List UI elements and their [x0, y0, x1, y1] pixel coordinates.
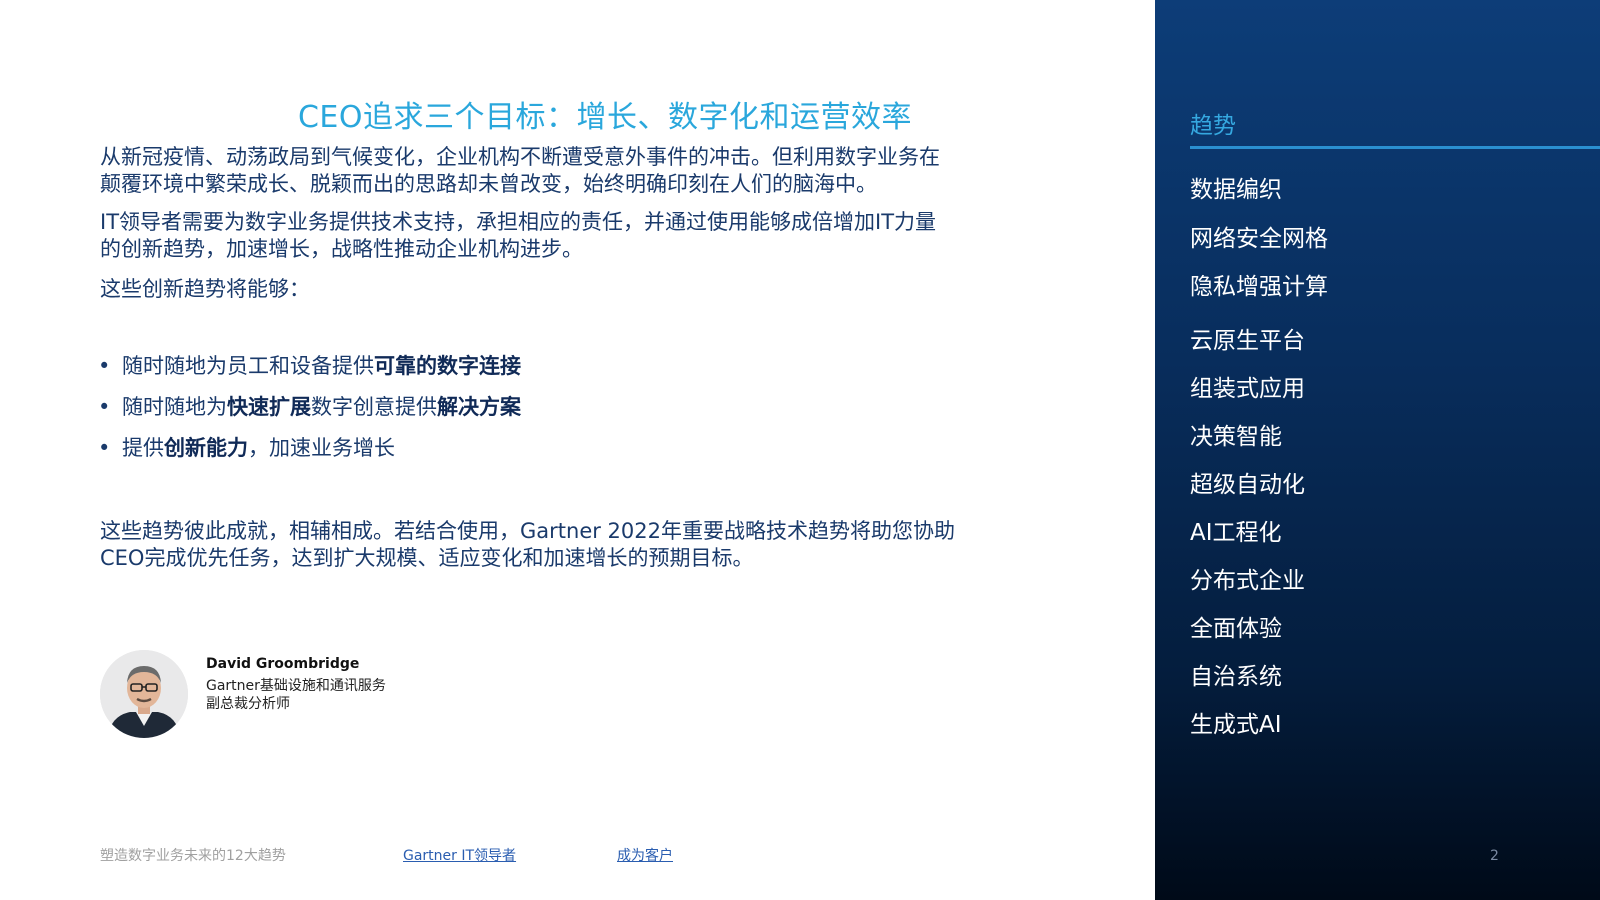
conclusion-line-1: 这些趋势彼此成就，相辅相成。若结合使用，Gartner 2022年重要战略技术趋… [100, 519, 955, 543]
page-title: CEO追求三个目标：增长、数字化和运营效率 [297, 100, 912, 135]
sidebar-item-distributed-enterprise[interactable]: 分布式企业 [1190, 561, 1305, 595]
sidebar-item-decision-intelligence[interactable]: 决策智能 [1190, 417, 1282, 451]
it-leaders-line-2: 的创新趋势，加速增长，战略性推动企业机构进步。 [100, 237, 583, 261]
sidebar-item-composable-applications[interactable]: 组装式应用 [1190, 369, 1305, 403]
avatar [100, 650, 188, 738]
list-item: • 随时随地为快速扩展数字创意提供解决方案 [98, 395, 521, 419]
list-item: • 随时随地为员工和设备提供可靠的数字连接 [98, 354, 521, 378]
sidebar-item-total-experience[interactable]: 全面体验 [1190, 609, 1282, 643]
sidebar-item-data-fabric[interactable]: 数据编织 [1190, 170, 1282, 204]
sidebar-item-cloud-native-platforms[interactable]: 云原生平台 [1190, 321, 1305, 355]
trends-enable-heading: 这些创新趋势将能够： [100, 277, 310, 301]
bullet-icon: • [98, 354, 111, 378]
trends-sidebar: 趋势 数据编织 网络安全网格 隐私增强计算 云原生平台 组装式应用 决策智能 超… [1155, 0, 1600, 900]
sidebar-item-generative-ai[interactable]: 生成式AI [1190, 705, 1282, 739]
sidebar-heading: 趋势 [1190, 113, 1236, 139]
conclusion-paragraph: 这些趋势彼此成就，相辅相成。若结合使用，Gartner 2022年重要战略技术趋… [100, 518, 1060, 572]
bullet-icon: • [98, 395, 111, 419]
sidebar-divider [1190, 146, 1600, 149]
intro-paragraph: 从新冠疫情、动荡政局到气候变化，企业机构不断遭受意外事件的冲击。但利用数字业务在… [100, 144, 1060, 198]
main-content: CEO追求三个目标：增长、数字化和运营效率 从新冠疫情、动荡政局到气候变化，企业… [0, 0, 1155, 900]
benefit-list: • 随时随地为员工和设备提供可靠的数字连接 • 随时随地为快速扩展数字创意提供解… [98, 352, 998, 475]
it-leaders-line-1: IT领导者需要为数字业务提供技术支持，承担相应的责任，并通过使用能够成倍增加IT… [100, 210, 937, 234]
sidebar-item-hyperautomation[interactable]: 超级自动化 [1190, 465, 1305, 499]
footer-doc-title: 塑造数字业务未来的12大趋势 [100, 848, 286, 864]
intro-line-2: 颠覆环境中繁荣成长、脱颖而出的思路却未曾改变，始终明确印刻在人们的脑海中。 [100, 172, 877, 196]
page-number: 2 [1490, 848, 1499, 864]
gartner-it-leaders-link[interactable]: Gartner IT领导者 [403, 845, 516, 865]
bullet-icon: • [98, 436, 111, 460]
author-name: David Groombridge [206, 656, 360, 672]
conclusion-line-2: CEO完成优先任务，达到扩大规模、适应变化和加速增长的预期目标。 [100, 546, 754, 570]
intro-line-1: 从新冠疫情、动荡政局到气候变化，企业机构不断遭受意外事件的冲击。但利用数字业务在 [100, 145, 940, 169]
become-client-link[interactable]: 成为客户 [617, 845, 673, 865]
it-leaders-paragraph: IT领导者需要为数字业务提供技术支持，承担相应的责任，并通过使用能够成倍增加IT… [100, 209, 1060, 263]
author-role: Gartner基础设施和通讯服务 副总裁分析师 [206, 678, 386, 712]
sidebar-item-autonomic-systems[interactable]: 自治系统 [1190, 657, 1282, 691]
sidebar-item-privacy-enhancing-computation[interactable]: 隐私增强计算 [1190, 267, 1328, 301]
sidebar-item-cybersecurity-mesh[interactable]: 网络安全网格 [1190, 219, 1328, 253]
author-photo-icon [100, 650, 188, 738]
sidebar-item-ai-engineering[interactable]: AI工程化 [1190, 513, 1282, 547]
list-item: • 提供创新能力，加速业务增长 [98, 436, 395, 460]
